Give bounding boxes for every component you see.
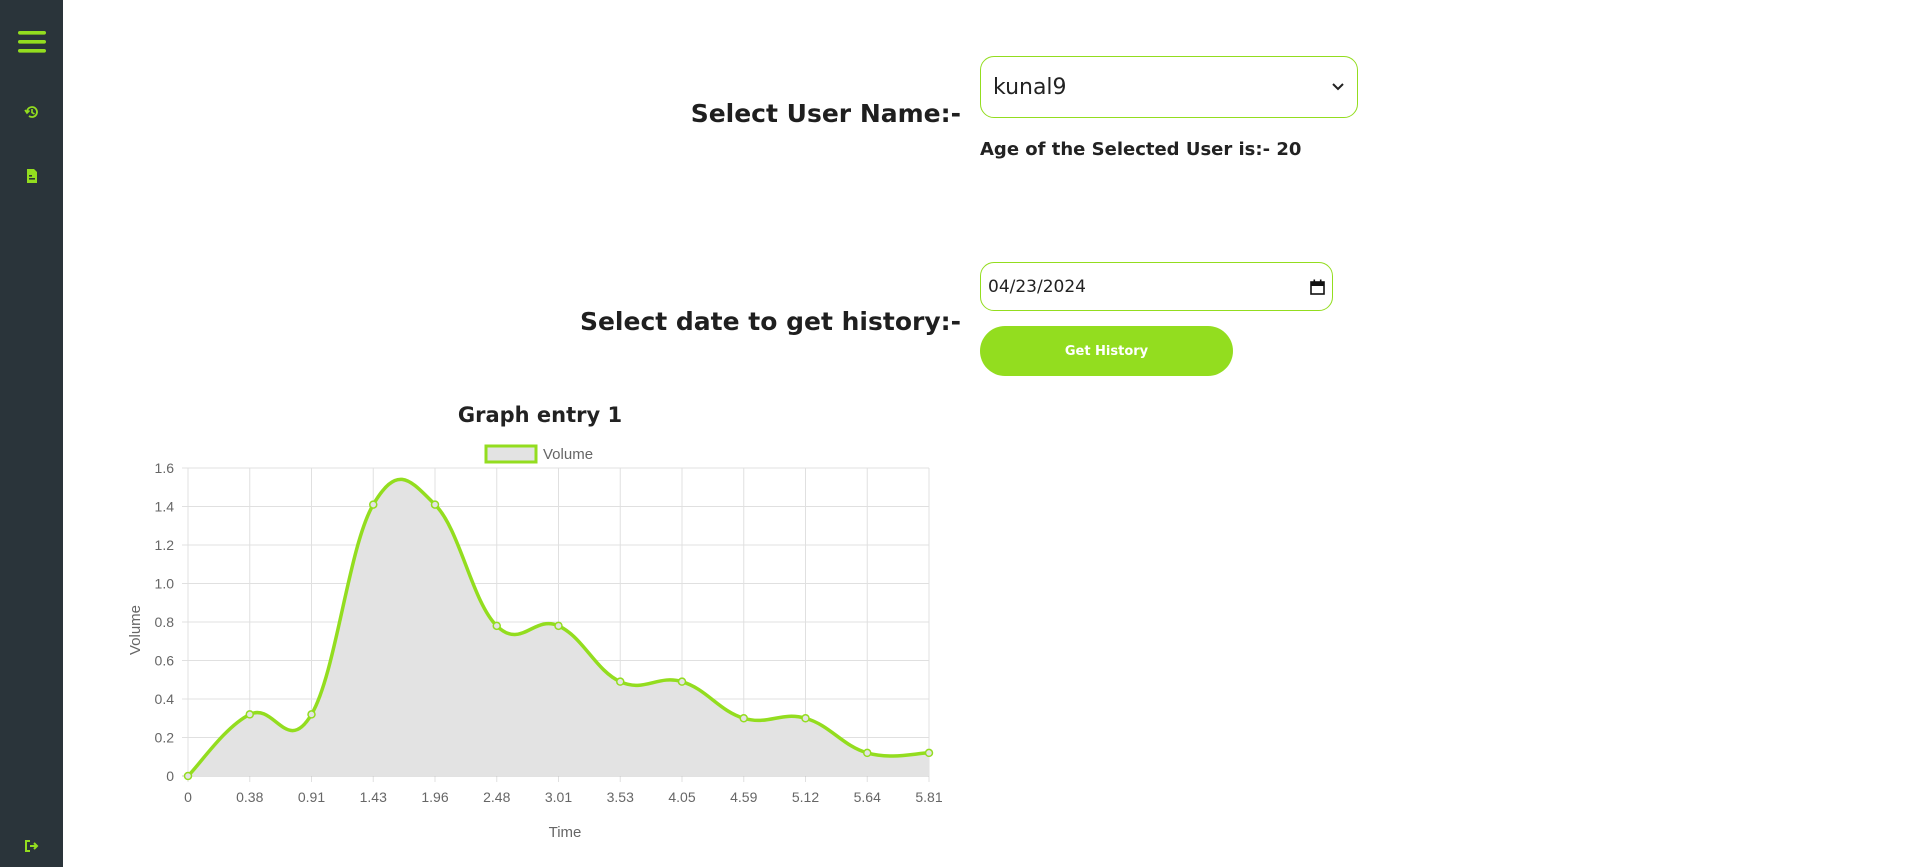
- user-name-label: Select User Name:-: [690, 99, 961, 128]
- user-name-select[interactable]: kunal9: [980, 56, 1358, 118]
- x-tick-label: 5.64: [854, 789, 881, 805]
- y-axis-label: Volume: [127, 605, 144, 655]
- y-tick-label: 0.2: [155, 730, 175, 746]
- x-tick-label: 3.01: [545, 789, 572, 805]
- legend-swatch: [484, 444, 538, 464]
- history-date-label: Select date to get history:-: [579, 307, 961, 336]
- data-point: [739, 714, 748, 723]
- data-point: [245, 710, 254, 719]
- x-tick-label: 5.12: [792, 789, 819, 805]
- selected-user-value: kunal9: [993, 74, 1067, 100]
- x-tick-label: 0.38: [236, 789, 263, 805]
- calendar-icon[interactable]: [1310, 279, 1325, 295]
- data-point: [307, 710, 316, 719]
- get-history-button[interactable]: Get History: [980, 326, 1233, 376]
- x-axis-label: Time: [549, 824, 582, 841]
- history-date-input[interactable]: 04/23/2024: [980, 262, 1333, 311]
- data-point: [183, 771, 193, 781]
- y-tick-label: 0.8: [155, 614, 175, 630]
- history-icon[interactable]: [0, 102, 63, 122]
- x-tick-label: 5.81: [915, 789, 942, 805]
- data-point: [369, 500, 378, 509]
- legend-label: Volume: [543, 446, 593, 463]
- chart-title: Graph entry 1: [457, 403, 623, 427]
- data-point: [924, 748, 934, 758]
- x-tick-label: 0.91: [298, 789, 325, 805]
- chart-legend: Volume: [484, 444, 593, 464]
- data-point: [616, 677, 625, 686]
- data-point: [492, 621, 501, 631]
- chevron-down-icon: [1332, 83, 1344, 91]
- user-age-text: Age of the Selected User is:- 20: [980, 139, 1302, 160]
- x-tick-label: 4.59: [730, 789, 757, 805]
- x-tick-label: 1.96: [421, 789, 448, 805]
- x-tick-label: 0: [184, 789, 192, 805]
- data-point: [677, 677, 687, 686]
- date-value: 04/23/2024: [988, 276, 1086, 297]
- document-icon[interactable]: [0, 166, 63, 186]
- y-tick-label: 0: [166, 768, 174, 784]
- y-tick-label: 0.6: [155, 653, 175, 669]
- y-tick-label: 1.6: [155, 460, 175, 476]
- sidebar: [0, 0, 63, 867]
- y-tick-label: 1.2: [155, 537, 175, 553]
- data-point: [430, 500, 440, 509]
- y-tick-label: 0.4: [155, 691, 175, 707]
- volume-chart: 0 0.2 0.4 0.6 0.8 1.0 1.2 1.4 1.6 0 0.38 0.91 1.43 1…: [127, 444, 943, 841]
- x-tick-label: 3.53: [607, 789, 634, 805]
- y-tick-label: 1.4: [155, 499, 175, 515]
- x-tick-label: 2.48: [483, 789, 510, 805]
- hamburger-menu-icon[interactable]: [0, 24, 63, 60]
- data-point: [554, 621, 563, 631]
- y-tick-label: 1.0: [155, 576, 175, 592]
- data-point: [863, 748, 872, 758]
- x-tick-label: 1.43: [360, 789, 387, 805]
- logout-icon[interactable]: [0, 836, 63, 856]
- x-tick-label: 4.05: [668, 789, 695, 805]
- data-point: [801, 714, 810, 723]
